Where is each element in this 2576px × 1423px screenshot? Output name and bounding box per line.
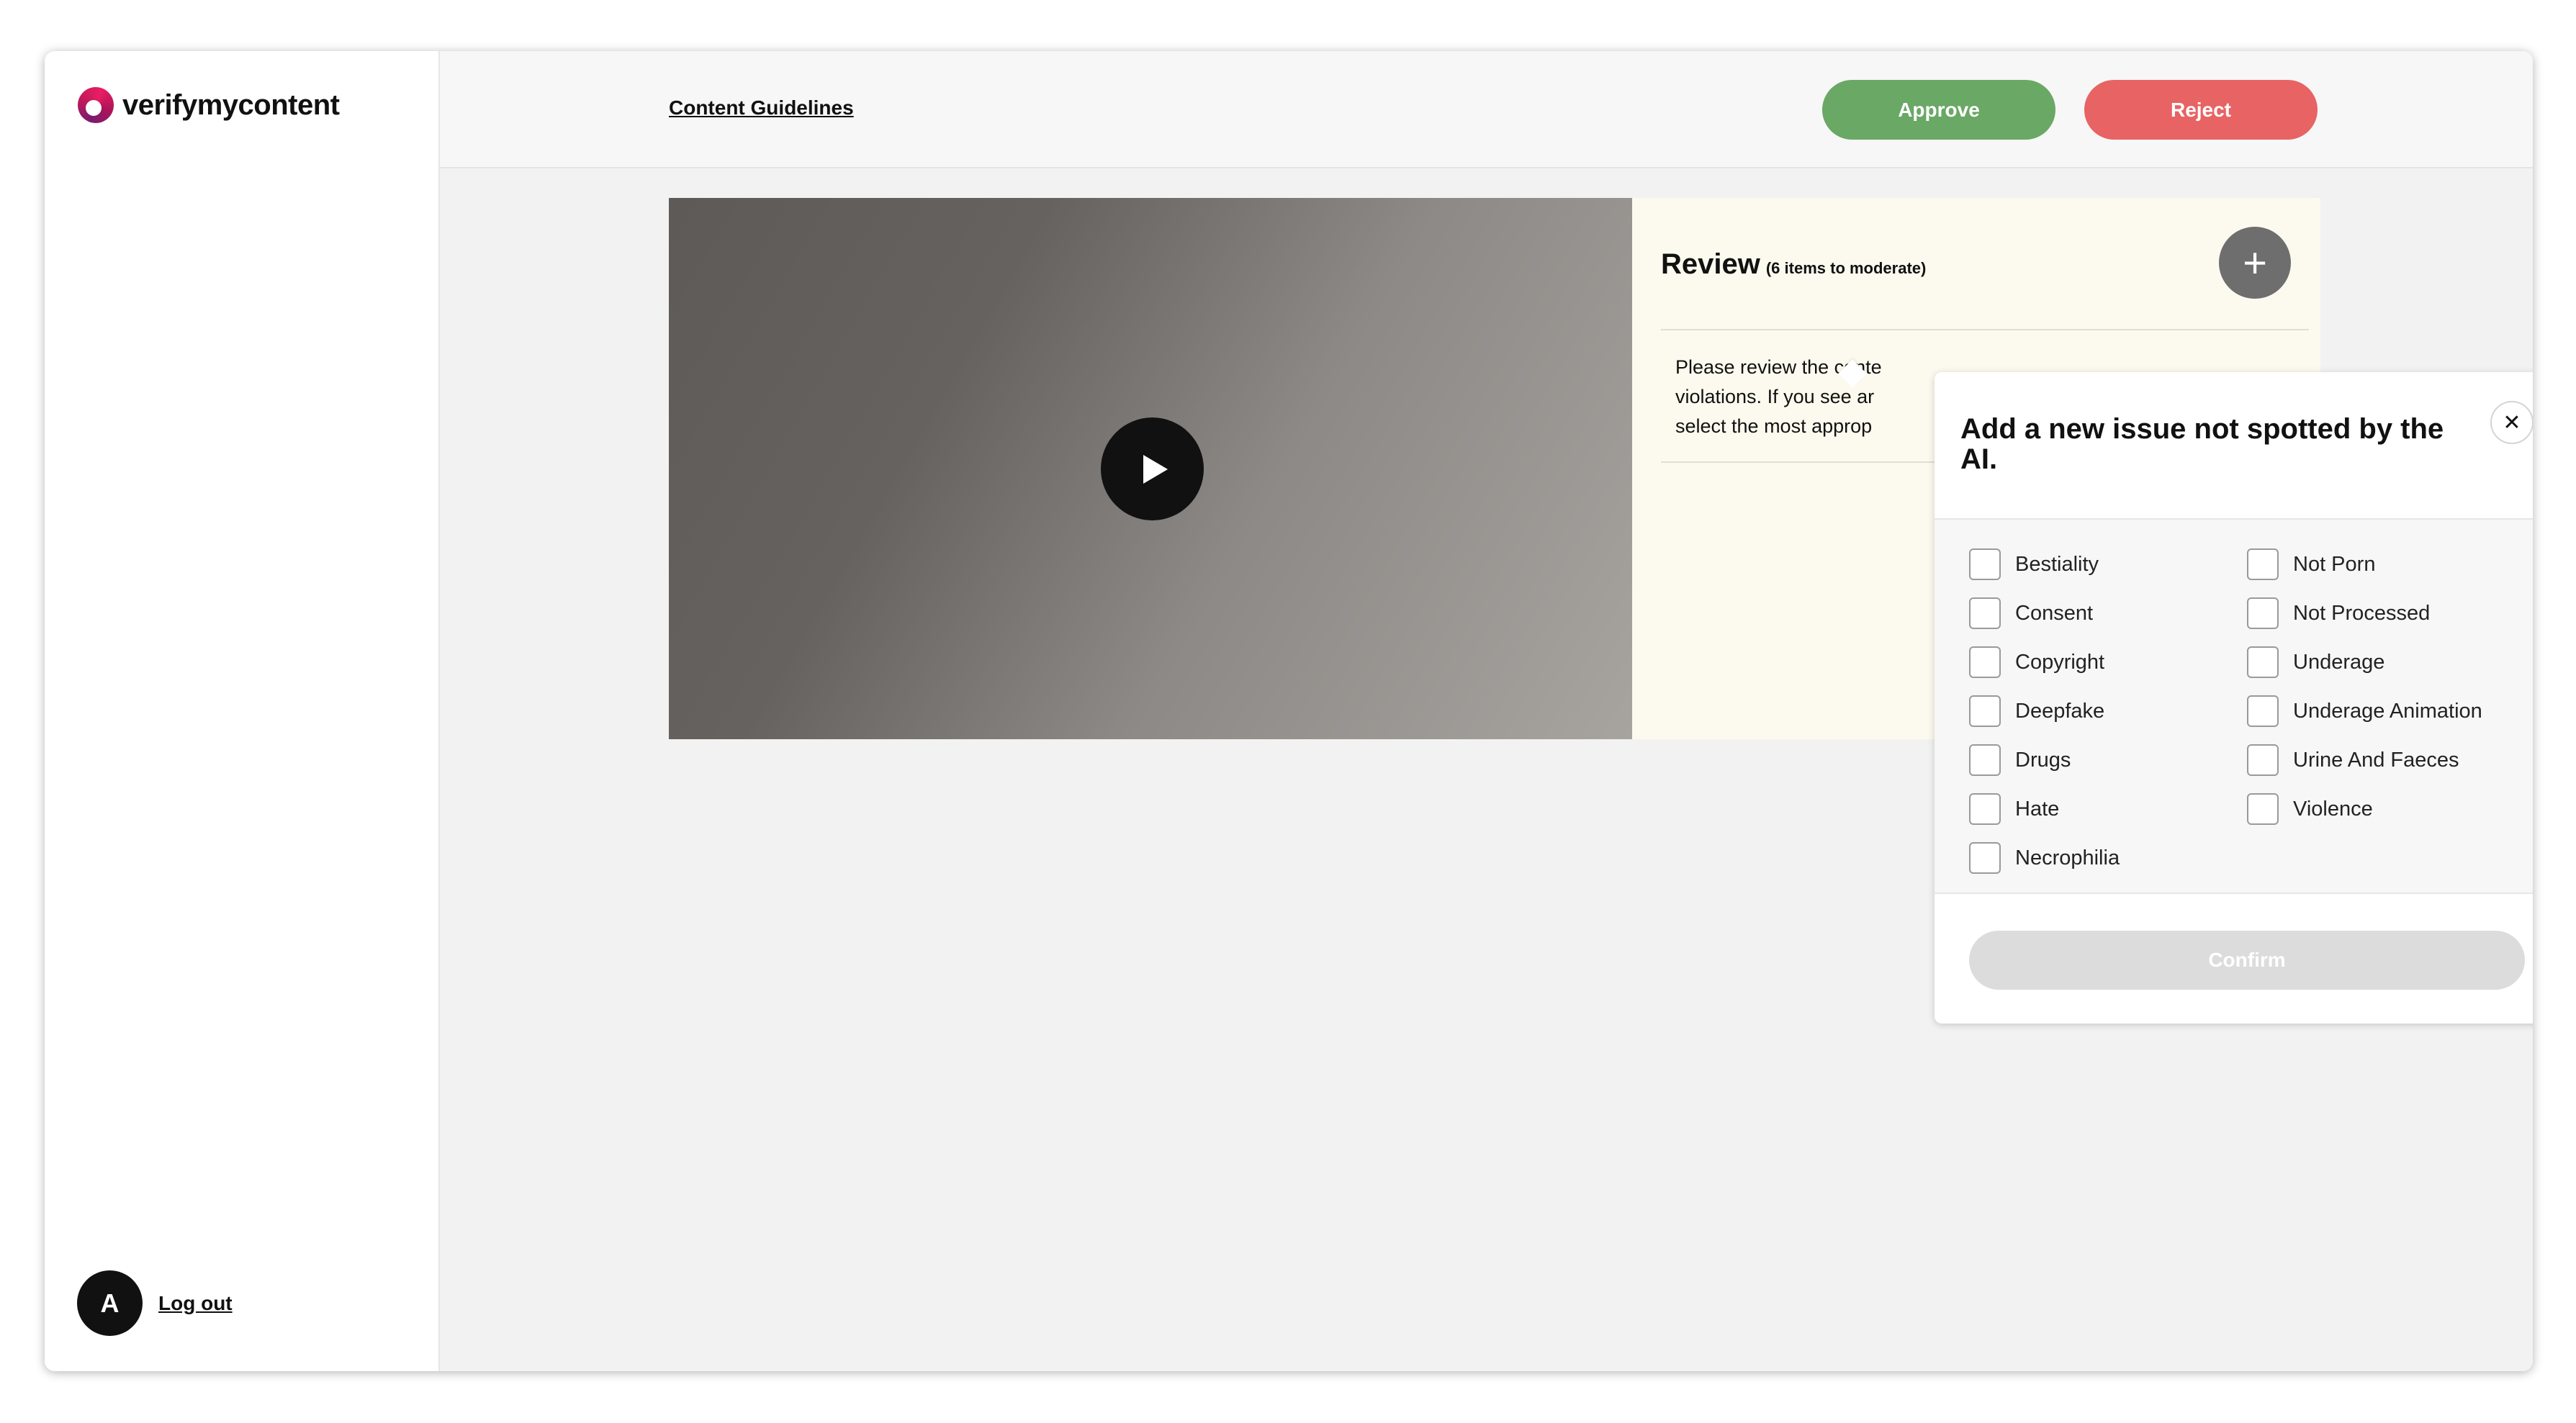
issue-option-urine-and-faeces[interactable]: Urine And Faeces [2247,736,2482,785]
issue-label: Hate [2015,797,2060,821]
checkbox[interactable] [2247,548,2279,580]
logout-link[interactable]: Log out [158,1292,233,1315]
issue-option-bestiality[interactable]: Bestiality [1969,540,2120,589]
brand-logo[interactable]: verifymycontent [78,87,340,123]
issue-option-drugs[interactable]: Drugs [1969,736,2120,785]
issue-option-not-porn[interactable]: Not Porn [2247,540,2482,589]
sidebar: verifymycontent A Log out [45,51,440,1371]
issue-label: Consent [2015,601,2094,625]
checkbox[interactable] [2247,597,2279,629]
add-issue-button[interactable]: + [2219,227,2291,299]
review-heading: Review (6 items to moderate) [1661,248,1926,281]
issue-label: Copyright [2015,650,2105,674]
issue-label: Bestiality [2015,552,2099,576]
video-player[interactable] [669,198,1632,739]
review-instruction-line: violations. If you see ar [1675,386,1875,407]
issue-label: Urine And Faeces [2293,748,2459,772]
review-title: Review [1661,248,1760,280]
issue-column-left: Bestiality Consent Copyright Deepfake Dr… [1969,540,2120,882]
approve-button[interactable]: Approve [1822,80,2055,140]
issue-options: Bestiality Consent Copyright Deepfake Dr… [1935,520,2533,894]
checkbox[interactable] [2247,744,2279,776]
issue-option-violence[interactable]: Violence [2247,785,2482,834]
avatar[interactable]: A [77,1270,143,1336]
review-item-count: (6 items to moderate) [1765,259,1927,277]
checkbox[interactable] [1969,842,2001,874]
checkbox[interactable] [1969,597,2001,629]
issue-option-deepfake[interactable]: Deepfake [1969,687,2120,736]
review-instruction-line: Please review the conte [1675,356,1882,378]
checkbox[interactable] [1969,793,2001,825]
issue-column-right: Not Porn Not Processed Underage Underage… [2247,540,2482,834]
checkbox[interactable] [2247,793,2279,825]
issue-option-not-processed[interactable]: Not Processed [2247,589,2482,638]
issue-option-hate[interactable]: Hate [1969,785,2120,834]
issue-label: Underage Animation [2293,699,2482,723]
popup-title: Add a new issue not spotted by the AI. [1960,413,2444,475]
close-button[interactable]: ✕ [2490,401,2533,444]
divider [1661,329,2309,330]
checkbox[interactable] [1969,695,2001,727]
user-section: A Log out [77,1270,233,1336]
issue-label: Not Porn [2293,552,2376,576]
close-icon: ✕ [2503,410,2521,435]
checkbox[interactable] [1969,646,2001,678]
issue-label: Deepfake [2015,699,2105,723]
issue-label: Underage [2293,650,2385,674]
review-instruction-line: select the most approp [1675,415,1873,437]
issue-label: Violence [2293,797,2373,821]
plus-icon: + [2243,239,2267,286]
play-icon[interactable] [1101,417,1204,520]
content-guidelines-link[interactable]: Content Guidelines [669,96,854,119]
popup-header: Add a new issue not spotted by the AI. ✕ [1935,372,2533,520]
checkbox[interactable] [1969,548,2001,580]
checkbox[interactable] [2247,695,2279,727]
top-bar: Content Guidelines Approve Reject [440,51,2533,168]
checkbox[interactable] [2247,646,2279,678]
app-window: verifymycontent A Log out Content Guidel… [45,51,2533,1371]
issue-option-underage[interactable]: Underage [2247,638,2482,687]
add-issue-popup: Add a new issue not spotted by the AI. ✕… [1935,372,2533,1024]
issue-label: Drugs [2015,748,2071,772]
confirm-button[interactable]: Confirm [1969,931,2525,990]
issue-option-necrophilia[interactable]: Necrophilia [1969,834,2120,882]
issue-option-underage-animation[interactable]: Underage Animation [2247,687,2482,736]
issue-option-copyright[interactable]: Copyright [1969,638,2120,687]
issue-label: Necrophilia [2015,846,2120,869]
brand-logo-icon [78,87,114,123]
issue-label: Not Processed [2293,601,2431,625]
review-instructions: Please review the conte violations. If y… [1675,353,1920,441]
checkbox[interactable] [1969,744,2001,776]
brand-name: verifymycontent [122,89,340,121]
issue-option-consent[interactable]: Consent [1969,589,2120,638]
reject-button[interactable]: Reject [2084,80,2318,140]
